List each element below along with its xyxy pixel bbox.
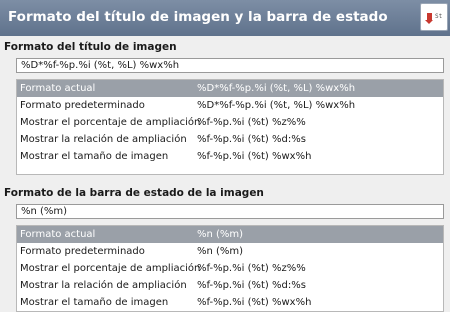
page-header: Formato del título de imagen y la barra … bbox=[0, 0, 450, 36]
row-name: Formato predeterminado bbox=[20, 246, 145, 257]
statusbar-format-row-zoom-percent[interactable]: Mostrar el porcentaje de ampliación %f-%… bbox=[17, 260, 443, 277]
statusbar-format-heading: Formato de la barra de estado de la imag… bbox=[4, 187, 264, 199]
row-format: %f-%p.%i (%t) %z%% bbox=[197, 117, 306, 128]
row-name: Mostrar el porcentaje de ampliación bbox=[20, 117, 201, 128]
title-format-list: Formato actual %D*%f-%p.%i (%t, %L) %wx%… bbox=[16, 79, 444, 175]
row-name: Formato predeterminado bbox=[20, 100, 145, 111]
statusbar-format-entry[interactable]: %n (%m) bbox=[16, 204, 444, 219]
statusbar-format-row-zoom-ratio[interactable]: Mostrar la relación de ampliación %f-%p.… bbox=[17, 277, 443, 294]
row-format: %f-%p.%i (%t) %z%% bbox=[197, 263, 306, 274]
title-format-row-zoom-percent[interactable]: Mostrar el porcentaje de ampliación %f-%… bbox=[17, 114, 443, 131]
title-format-row-current[interactable]: Formato actual %D*%f-%p.%i (%t, %L) %wx%… bbox=[17, 80, 443, 97]
row-format: %f-%p.%i (%t) %d:%s bbox=[197, 280, 306, 291]
title-format-entry[interactable]: %D*%f-%p.%i (%t, %L) %wx%h bbox=[16, 58, 444, 73]
row-format: %D*%f-%p.%i (%t, %L) %wx%h bbox=[197, 100, 356, 111]
row-format: %n (%m) bbox=[197, 246, 244, 257]
page-title: Formato del título de imagen y la barra … bbox=[8, 9, 388, 25]
row-name: Mostrar la relación de ampliación bbox=[20, 280, 187, 291]
title-format-row-zoom-ratio[interactable]: Mostrar la relación de ampliación %f-%p.… bbox=[17, 131, 443, 148]
row-format: %f-%p.%i (%t) %wx%h bbox=[197, 297, 312, 308]
title-format-row-image-size[interactable]: Mostrar el tamaño de imagen %f-%p.%i (%t… bbox=[17, 148, 443, 165]
statusbar-format-row-current[interactable]: Formato actual %n (%m) bbox=[17, 226, 443, 243]
row-name: Mostrar el porcentaje de ampliación bbox=[20, 263, 201, 274]
row-name: Formato actual bbox=[20, 229, 96, 240]
row-format: %n (%m) bbox=[197, 229, 244, 240]
row-name: Mostrar el tamaño de imagen bbox=[20, 151, 169, 162]
row-name: Mostrar la relación de ampliación bbox=[20, 134, 187, 145]
row-name: Mostrar el tamaño de imagen bbox=[20, 297, 169, 308]
title-format-heading: Formato del título de imagen bbox=[4, 41, 177, 53]
title-format-row-default[interactable]: Formato predeterminado %D*%f-%p.%i (%t, … bbox=[17, 97, 443, 114]
row-format: %f-%p.%i (%t) %wx%h bbox=[197, 151, 312, 162]
statusbar-format-row-image-size[interactable]: Mostrar el tamaño de imagen %f-%p.%i (%t… bbox=[17, 294, 443, 311]
statusbar-format-row-default[interactable]: Formato predeterminado %n (%m) bbox=[17, 243, 443, 260]
row-format: %f-%p.%i (%t) %d:%s bbox=[197, 134, 306, 145]
status-bar-format-icon: St bbox=[420, 3, 448, 31]
row-format: %D*%f-%p.%i (%t, %L) %wx%h bbox=[197, 83, 356, 94]
row-name: Formato actual bbox=[20, 83, 96, 94]
statusbar-format-list: Formato actual %n (%m) Formato predeterm… bbox=[16, 225, 444, 312]
